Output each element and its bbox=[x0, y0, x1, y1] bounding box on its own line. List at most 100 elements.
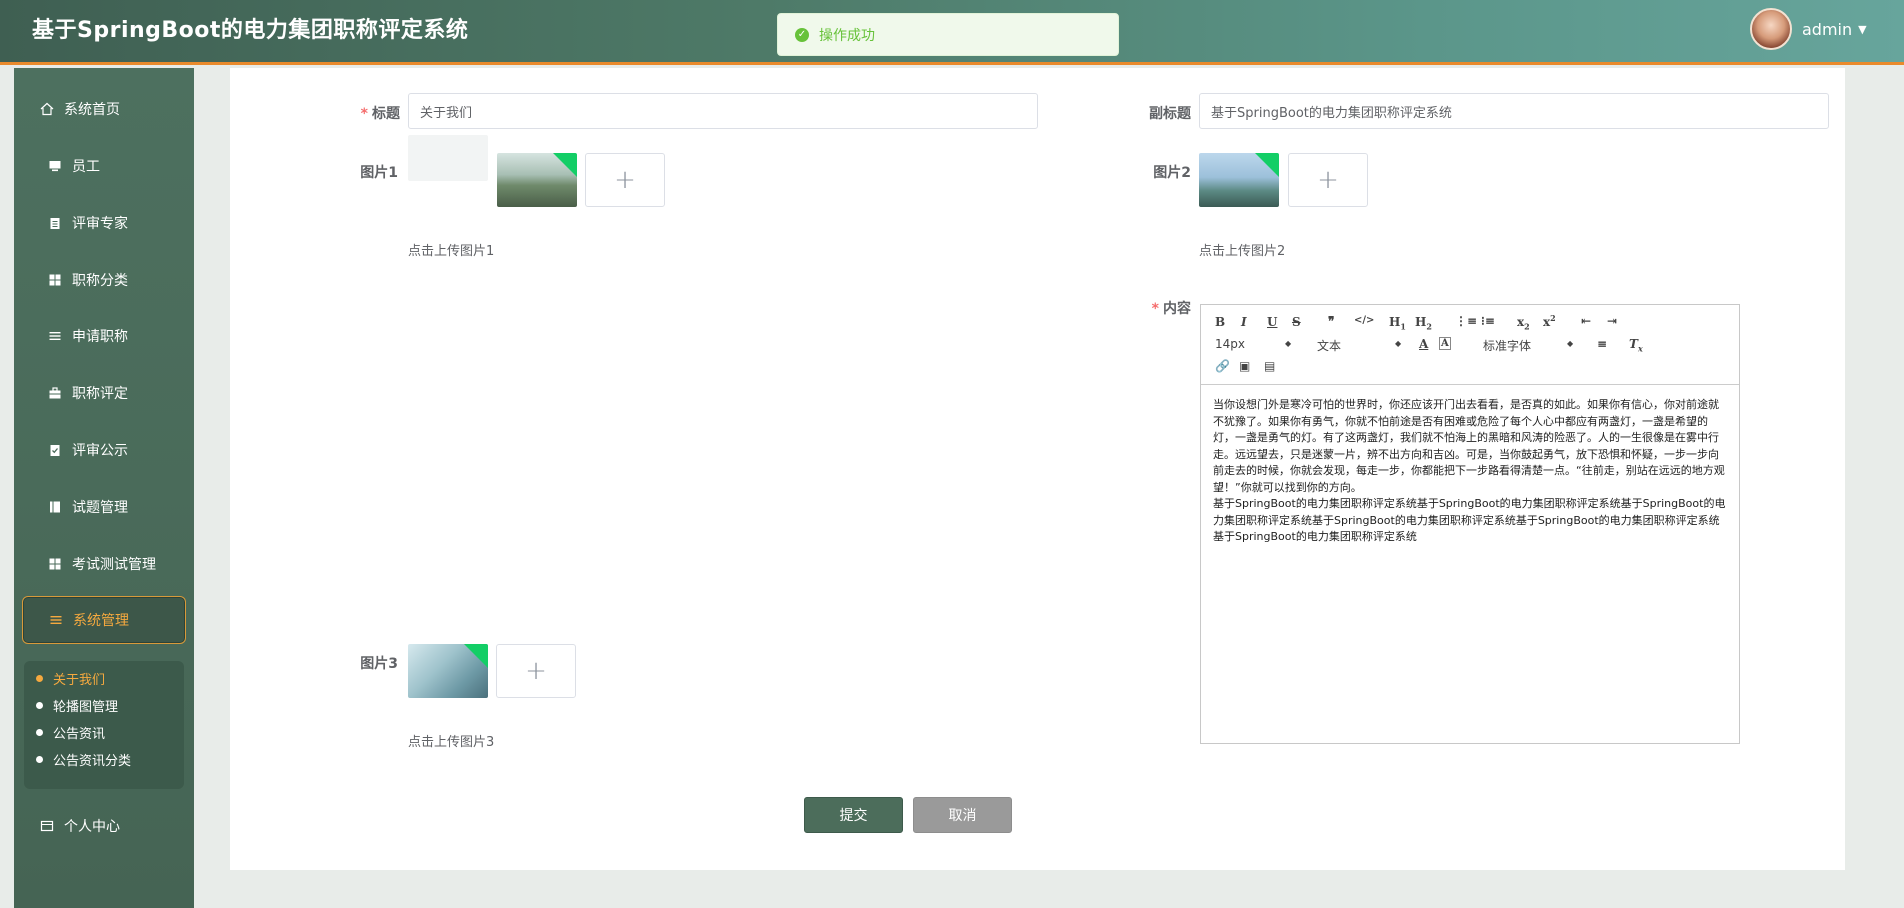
code-icon[interactable]: </> bbox=[1354, 315, 1374, 326]
plus-icon: + bbox=[525, 656, 547, 686]
cancel-button[interactable]: 取消 bbox=[913, 797, 1012, 833]
user-menu[interactable]: admin ▼ bbox=[1750, 8, 1867, 50]
content-paragraph: 基于SpringBoot的电力集团职称评定系统基于SpringBoot的电力集团… bbox=[1213, 497, 1726, 543]
submenu-item-carousel[interactable]: 轮播图管理 bbox=[36, 696, 118, 715]
pic2-thumb[interactable] bbox=[1199, 153, 1279, 207]
link-icon[interactable]: 🔗 bbox=[1215, 359, 1230, 373]
success-corner-icon bbox=[1255, 153, 1279, 177]
h2-icon[interactable]: H2 bbox=[1415, 315, 1432, 331]
pic1-thumb[interactable] bbox=[497, 153, 577, 207]
user-name[interactable]: admin bbox=[1802, 20, 1852, 39]
chevron-down-icon[interactable]: ▼ bbox=[1858, 23, 1866, 36]
strike-icon[interactable]: S bbox=[1292, 315, 1301, 329]
pic3-upload-button[interactable]: + bbox=[496, 644, 576, 698]
blockquote-icon[interactable]: ❞ bbox=[1328, 314, 1334, 328]
bullet-icon bbox=[36, 702, 43, 709]
briefcase-icon bbox=[48, 386, 62, 400]
sidebar: 系统首页 员工 评审专家 职称分类 申请职称 职称评定 评审公示 试题管理 考试… bbox=[14, 68, 194, 908]
sidebar-item-expert[interactable]: 评审专家 bbox=[14, 208, 194, 238]
pic1-thumb-placeholder[interactable] bbox=[408, 135, 488, 181]
subtitle-label: 副标题 bbox=[1149, 106, 1191, 122]
pic1-upload-button[interactable]: + bbox=[585, 153, 665, 207]
italic-icon[interactable]: I bbox=[1241, 315, 1247, 329]
sidebar-item-label: 系统管理 bbox=[73, 613, 129, 629]
pic1-label: 图片1 bbox=[360, 165, 398, 181]
submenu-item-news[interactable]: 公告资讯 bbox=[36, 723, 105, 742]
pic2-hint: 点击上传图片2 bbox=[1199, 244, 1286, 259]
grid-icon bbox=[48, 557, 62, 571]
submenu-item-news-category[interactable]: 公告资讯分类 bbox=[36, 750, 131, 769]
clipboard-check-icon bbox=[48, 443, 62, 457]
submenu-item-about[interactable]: 关于我们 bbox=[36, 669, 105, 688]
title-input[interactable]: 关于我们 bbox=[408, 93, 1038, 129]
video-icon[interactable]: ▤ bbox=[1264, 359, 1275, 373]
pic3-thumb[interactable] bbox=[408, 644, 488, 698]
align-icon[interactable]: ≡ bbox=[1597, 337, 1607, 351]
grid-icon bbox=[48, 273, 62, 287]
bullet-icon bbox=[36, 756, 43, 763]
outdent-icon[interactable]: ⇤ bbox=[1581, 314, 1591, 328]
pic2-upload-button[interactable]: + bbox=[1288, 153, 1368, 207]
list-icon bbox=[48, 329, 62, 343]
sidebar-item-label: 个人中心 bbox=[64, 819, 120, 835]
sidebar-item-home[interactable]: 系统首页 bbox=[14, 94, 194, 124]
superscript-icon[interactable]: x2 bbox=[1543, 313, 1556, 329]
subtitle-input[interactable]: 基于SpringBoot的电力集团职称评定系统 bbox=[1199, 93, 1829, 129]
card-icon bbox=[40, 819, 54, 833]
content-paragraph: 当你设想门外是寒冷可怕的世界时，你还应该开门出去看看，是否真的如此。如果你有信心… bbox=[1213, 398, 1725, 494]
bullet-list-icon[interactable]: ⁝≡ bbox=[1481, 314, 1495, 328]
success-toast: ✓ 操作成功 bbox=[777, 13, 1119, 56]
ordered-list-icon[interactable]: ⋮≡ bbox=[1455, 314, 1477, 328]
sidebar-item-label: 评审专家 bbox=[72, 216, 128, 232]
avatar[interactable] bbox=[1750, 8, 1792, 50]
sidebar-item-label: 职称评定 bbox=[72, 386, 128, 402]
font-color-icon[interactable]: A bbox=[1419, 337, 1428, 351]
sidebar-item-apply[interactable]: 申请职称 bbox=[14, 321, 194, 351]
app-title: 基于SpringBoot的电力集团职称评定系统 bbox=[32, 18, 469, 43]
plus-icon: + bbox=[1317, 165, 1339, 195]
submenu-label: 公告资讯 bbox=[53, 727, 106, 742]
sidebar-item-label: 评审公示 bbox=[72, 443, 128, 459]
sidebar-item-profile[interactable]: 个人中心 bbox=[14, 811, 194, 841]
bold-icon[interactable]: B bbox=[1215, 315, 1225, 329]
submenu-label: 关于我们 bbox=[53, 673, 106, 688]
toast-message: 操作成功 bbox=[819, 27, 875, 44]
sidebar-item-label: 考试测试管理 bbox=[72, 557, 156, 573]
font-family-select[interactable]: 标准字体 ◆ bbox=[1483, 337, 1573, 354]
title-label: * 标题 bbox=[360, 106, 400, 122]
indent-icon[interactable]: ⇥ bbox=[1607, 314, 1617, 328]
sidebar-item-label: 系统首页 bbox=[64, 102, 120, 118]
sidebar-item-category[interactable]: 职称分类 bbox=[14, 265, 194, 295]
content-label: * 内容 bbox=[1151, 301, 1191, 317]
submenu-label: 公告资讯分类 bbox=[53, 754, 132, 769]
sidebar-item-system[interactable]: 系统管理 bbox=[22, 596, 186, 644]
header-select[interactable]: 文本 ◆ bbox=[1317, 337, 1401, 354]
check-circle-icon: ✓ bbox=[795, 27, 809, 42]
pic2-label: 图片2 bbox=[1153, 165, 1191, 181]
sidebar-item-label: 申请职称 bbox=[72, 329, 128, 345]
system-submenu: 关于我们 轮播图管理 公告资讯 公告资讯分类 bbox=[24, 661, 184, 789]
sidebar-item-questions[interactable]: 试题管理 bbox=[14, 492, 194, 522]
bullet-icon bbox=[36, 675, 43, 682]
pic3-hint: 点击上传图片3 bbox=[408, 735, 495, 750]
sidebar-item-label: 职称分类 bbox=[72, 273, 128, 289]
underline-icon[interactable]: U bbox=[1267, 315, 1277, 329]
sidebar-item-exam[interactable]: 考试测试管理 bbox=[14, 549, 194, 579]
pic3-label: 图片3 bbox=[360, 656, 398, 672]
editor-toolbar: B I U S ❞ </> H1 H2 ⋮≡ ⁝≡ x2 x2 ⇤ ⇥ 14px… bbox=[1201, 305, 1739, 385]
background-color-icon[interactable]: A bbox=[1439, 337, 1451, 350]
clear-format-icon[interactable]: Tx bbox=[1629, 337, 1643, 353]
image-icon[interactable]: ▣ bbox=[1239, 359, 1250, 373]
sidebar-item-label: 员工 bbox=[72, 159, 100, 175]
font-size-select[interactable]: 14px ◆ bbox=[1215, 337, 1291, 351]
editor-content[interactable]: 当你设想门外是寒冷可怕的世界时，你还应该开门出去看看，是否真的如此。如果你有信心… bbox=[1201, 385, 1739, 546]
h1-icon[interactable]: H1 bbox=[1389, 315, 1406, 331]
sidebar-item-employee[interactable]: 员工 bbox=[14, 151, 194, 181]
submit-button[interactable]: 提交 bbox=[804, 797, 903, 833]
sidebar-item-evaluate[interactable]: 职称评定 bbox=[14, 378, 194, 408]
menu-icon bbox=[49, 613, 63, 627]
bullet-icon bbox=[36, 729, 43, 736]
rich-text-editor[interactable]: B I U S ❞ </> H1 H2 ⋮≡ ⁝≡ x2 x2 ⇤ ⇥ 14px… bbox=[1200, 304, 1740, 744]
sidebar-item-publicity[interactable]: 评审公示 bbox=[14, 435, 194, 465]
subscript-icon[interactable]: x2 bbox=[1517, 315, 1530, 331]
